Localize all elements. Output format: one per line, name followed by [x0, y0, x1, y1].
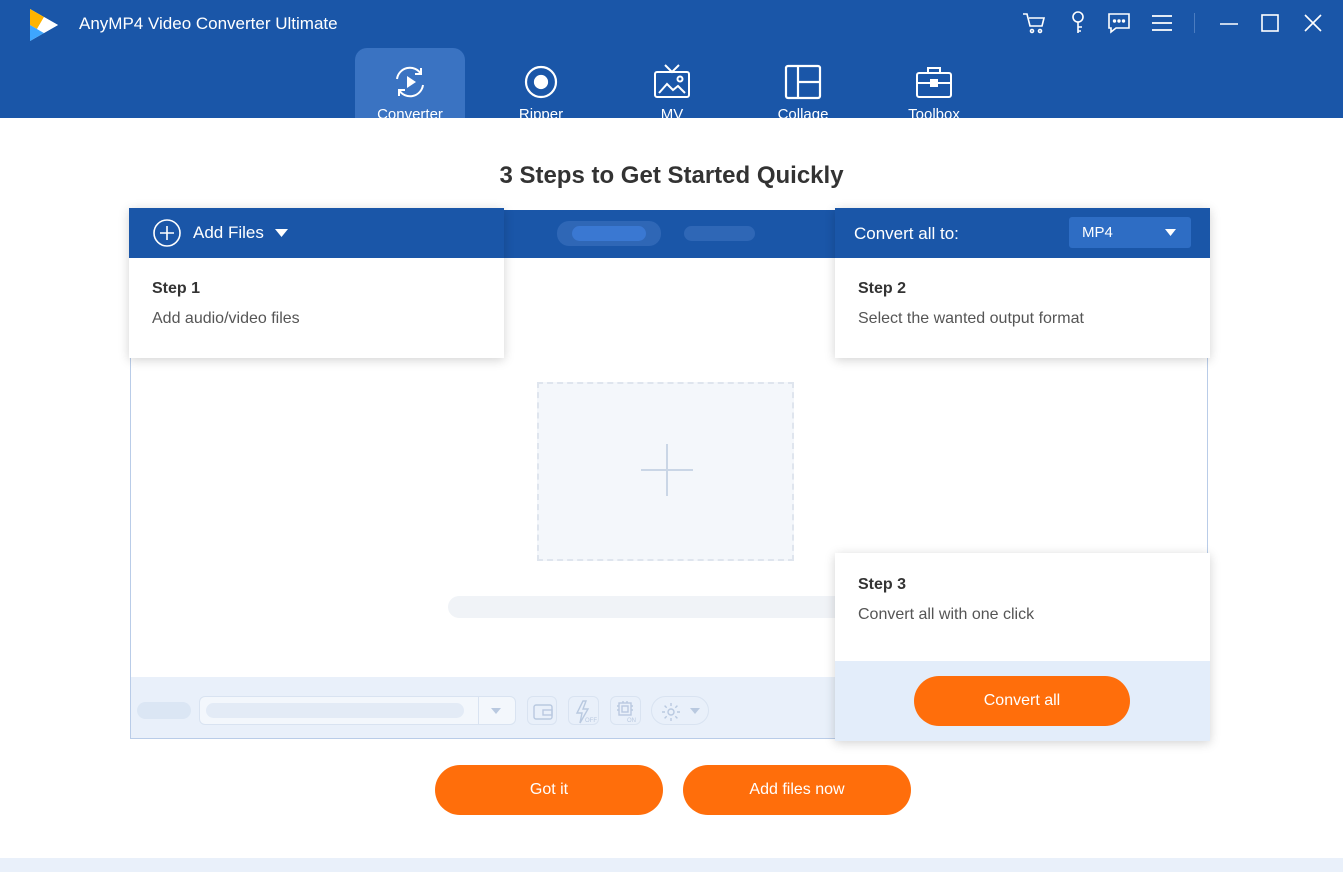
convert-all-to-label: Convert all to: — [854, 224, 959, 243]
svg-text:ON: ON — [627, 718, 636, 724]
step1-desc: Add audio/video files — [152, 310, 300, 327]
tab-label: Ripper — [518, 106, 564, 118]
collage-icon — [784, 64, 822, 100]
title-bar: AnyMP4 Video Converter Ultimate Converte… — [0, 0, 1343, 118]
placeholder-pill — [137, 702, 191, 719]
tab-label: Toolbox — [908, 106, 960, 118]
tab-label: Converter — [377, 106, 443, 118]
mv-icon — [654, 64, 690, 98]
add-files-label: Add Files — [193, 223, 264, 242]
add-circle-icon — [153, 219, 181, 247]
footer-strip — [0, 858, 1343, 872]
tab-converter[interactable]: Converter — [355, 48, 465, 118]
step1-title: Step 1 — [152, 280, 201, 297]
app-title: AnyMP4 Video Converter Ultimate — [79, 14, 338, 33]
add-files-button[interactable]: Add Files — [129, 208, 504, 258]
dropdown-arrow-icon[interactable] — [275, 229, 288, 238]
file-drop-zone[interactable] — [537, 382, 794, 561]
minimize-icon[interactable] — [1214, 8, 1244, 38]
add-files-now-button[interactable]: Add files now — [683, 765, 911, 815]
ripper-icon — [524, 65, 558, 99]
plus-icon — [641, 444, 693, 496]
step2-card: Convert all to: MP4 Step 2 Select the wa… — [835, 208, 1210, 358]
gear-icon — [662, 703, 680, 721]
menu-icon[interactable] — [1147, 8, 1177, 38]
output-format-value: MP4 — [1082, 224, 1113, 241]
close-icon[interactable] — [1298, 8, 1328, 38]
chevron-down-icon — [491, 708, 501, 714]
step2-desc: Select the wanted output format — [858, 310, 1084, 327]
placeholder-path-field — [199, 696, 516, 725]
tab-collage[interactable]: Collage — [748, 48, 858, 118]
tab-mv[interactable]: MV — [617, 48, 727, 118]
convert-all-panel: Convert all — [835, 661, 1210, 741]
page-title: 3 Steps to Get Started Quickly — [499, 162, 844, 189]
placeholder-bar — [448, 596, 848, 618]
feedback-icon[interactable] — [1104, 8, 1134, 38]
preview-tab-pill-inner — [572, 226, 646, 241]
tab-ripper[interactable]: Ripper — [486, 48, 596, 118]
step1-card: Add Files Step 1 Add audio/video files — [129, 208, 504, 358]
toolbar-divider — [1194, 13, 1195, 33]
convert-all-to-bar: Convert all to: MP4 — [835, 208, 1210, 258]
cart-icon[interactable] — [1019, 8, 1049, 38]
converter-icon — [396, 66, 424, 98]
tab-toolbox[interactable]: Toolbox — [879, 48, 989, 118]
got-it-button[interactable]: Got it — [435, 765, 663, 815]
output-format-select[interactable]: MP4 — [1069, 217, 1191, 248]
preview-tab-pill — [684, 226, 755, 241]
step3-desc: Convert all with one click — [858, 606, 1035, 623]
convert-all-button[interactable]: Convert all — [914, 676, 1130, 726]
step2-title: Step 2 — [858, 280, 907, 297]
settings-dropdown — [651, 696, 709, 725]
svg-text:OFF: OFF — [585, 718, 597, 724]
app-logo-icon — [27, 7, 61, 48]
hardware-acceleration-off-icon: OFF — [568, 696, 599, 725]
preview-header — [504, 210, 835, 258]
maximize-icon[interactable] — [1255, 8, 1285, 38]
step3-title: Step 3 — [858, 576, 907, 593]
step3-card: Step 3 Convert all with one click Conver… — [835, 553, 1210, 741]
tab-label: Collage — [777, 106, 829, 118]
tab-label: MV — [660, 106, 684, 118]
gpu-acceleration-on-icon: ON — [610, 696, 641, 725]
folder-icon — [527, 696, 557, 725]
chevron-down-icon — [1165, 229, 1176, 236]
key-icon[interactable] — [1063, 8, 1093, 38]
toolbox-icon — [916, 67, 952, 98]
